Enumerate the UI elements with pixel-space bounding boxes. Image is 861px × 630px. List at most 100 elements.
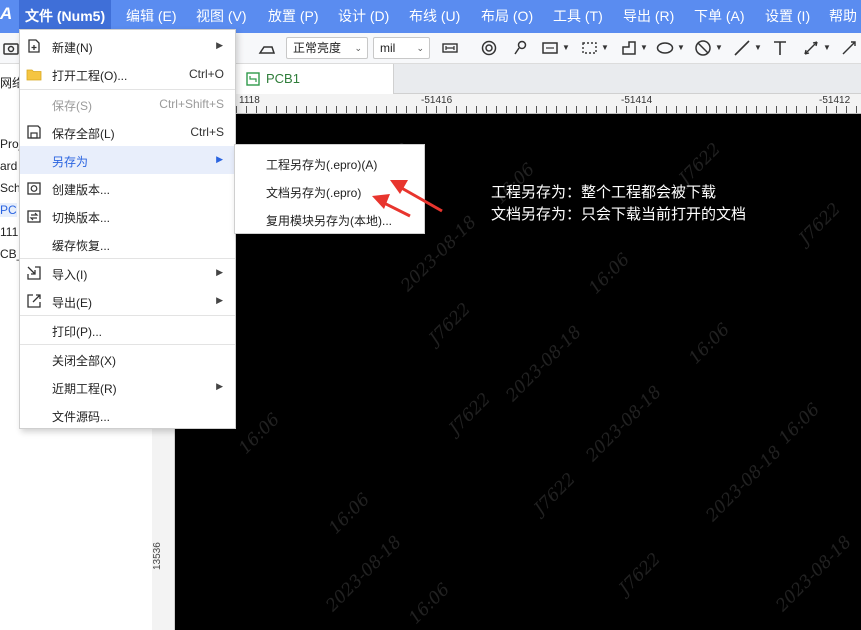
tree-item-schematic[interactable]: Sch [0,181,21,195]
pcb-icon [246,72,260,86]
menu-order[interactable]: 下单 (A) [694,0,745,33]
tab-pcb1[interactable]: PCB1 [236,64,394,94]
document-tabbar: PCB1 [236,64,861,94]
via-icon[interactable] [480,39,498,57]
ruler-label: -51416 [421,95,453,106]
tree-item-pcb[interactable]: PC [0,203,17,217]
create-version-icon [26,180,42,196]
watermark-time: 16:06 [235,409,284,459]
chevron-down-icon: ⌄ [354,43,362,53]
watermark-id: J7622 [530,469,580,519]
watermark-date: 2023-08-18 [772,532,856,616]
chevron-down-icon: ⌄ [416,43,424,53]
app-logo: A [0,4,13,23]
annotation-line-2: 文档另存为：只会下载当前打开的文档 [491,206,747,223]
menu-tools[interactable]: 工具 (T) [553,0,603,33]
tree-item-board[interactable]: ard [0,159,17,173]
prohibit-icon[interactable] [694,39,712,57]
menu-item-cache-restore[interactable]: 缓存恢复... [20,230,235,258]
chevron-right-icon: ▶ [216,267,223,277]
new-file-icon [26,38,42,54]
polygon-icon[interactable] [620,39,638,57]
folder-icon [26,66,42,82]
ruler-label: -51414 [621,95,653,106]
submenu-item-save-project-as[interactable]: 工程另存为(.epro)(A) [235,148,424,176]
save-icon [26,124,42,140]
menu-item-save-as[interactable]: 另存为 ▶ [20,146,235,174]
menu-item-export[interactable]: 导出(E) ▶ [20,287,235,315]
rect-select-icon[interactable] [541,39,559,57]
menu-item-recent-projects[interactable]: 近期工程(R) ▶ [20,373,235,401]
menu-item-file-source[interactable]: 文件源码... [20,401,235,429]
watermark-date: 2023-08-18 [322,532,406,616]
chevron-down-icon[interactable]: ▼ [640,43,648,52]
ruler-label: 1118 [239,95,260,106]
menu-help[interactable]: 帮助 [829,0,857,33]
unit-select[interactable]: mil ⌄ [373,37,430,59]
watermark-date: 2023-08-18 [702,442,786,526]
brightness-select[interactable]: 正常亮度 ⌄ [286,37,368,59]
submenu-item-save-document-as[interactable]: 文档另存为(.epro) [235,176,424,204]
menu-item-open-project[interactable]: 打开工程(O)... Ctrl+O [20,60,235,88]
horizontal-ruler: 1118 -51416 -51414 -51412 [236,94,861,114]
chevron-down-icon[interactable]: ▼ [715,43,723,52]
more-tools-icon[interactable] [840,39,858,57]
camera-icon[interactable] [2,39,20,57]
chevron-right-icon: ▶ [216,154,223,164]
menu-item-switch-version[interactable]: 切换版本... [20,202,235,230]
menu-item-save[interactable]: 保存(S) Ctrl+Shift+S [20,90,235,118]
save-as-submenu: 工程另存为(.epro)(A) 文档另存为(.epro) 复用模块另存为(本地)… [234,144,425,234]
ellipse-icon[interactable] [656,39,674,57]
tree-item-111[interactable]: 111 [0,225,18,239]
chevron-down-icon[interactable]: ▼ [823,43,831,52]
menu-item-new[interactable]: 新建(N) ▶ [20,32,235,60]
watermark-id: J7622 [425,299,475,349]
menu-layout[interactable]: 布局 (O) [481,0,533,33]
pin-icon[interactable] [511,39,529,57]
watermark-id: J7622 [615,549,665,599]
unit-value: mil [380,41,396,55]
switch-version-icon [26,208,42,224]
vruler-label: 13536 [152,542,163,570]
import-icon [26,265,42,281]
chevron-down-icon[interactable]: ▼ [562,43,570,52]
line-icon[interactable] [733,39,751,57]
chevron-right-icon: ▶ [216,381,223,391]
ruler-label: -51412 [819,95,851,106]
dimension-icon[interactable] [802,39,820,57]
annotation-line-1: 工程另存为：整个工程都会被下载 [491,184,717,201]
watermark-time: 16:06 [775,399,824,449]
menu-settings[interactable]: 设置 (I) [765,0,810,33]
menu-item-print[interactable]: 打印(P)... [20,316,235,344]
submenu-item-save-module-as[interactable]: 复用模块另存为(本地)... [235,204,424,232]
menu-item-import[interactable]: 导入(I) ▶ [20,259,235,287]
chevron-down-icon[interactable]: ▼ [754,43,762,52]
chevron-right-icon: ▶ [216,40,223,50]
menu-item-save-all[interactable]: 保存全部(L) Ctrl+S [20,118,235,146]
menu-design[interactable]: 设计 (D) [338,0,389,33]
iron-icon[interactable] [258,39,276,57]
chevron-down-icon[interactable]: ▼ [601,43,609,52]
chevron-down-icon[interactable]: ▼ [677,43,685,52]
watermark-id: J7622 [445,389,495,439]
watermark-date: 2023-08-18 [502,322,586,406]
menu-item-close-all[interactable]: 关闭全部(X) [20,345,235,373]
watermark-date: 2023-08-18 [582,382,666,466]
text-icon[interactable] [771,39,789,57]
watermark-time: 16:06 [405,579,454,629]
brightness-value: 正常亮度 [293,41,342,55]
menu-route[interactable]: 布线 (U) [409,0,460,33]
watermark-time: 16:06 [325,489,374,539]
ruler-ticks [236,106,861,113]
menu-export[interactable]: 导出 (R) [623,0,674,33]
ruler-icon[interactable] [441,39,459,57]
watermark-id: J7622 [795,199,845,249]
export-icon [26,293,42,309]
chevron-right-icon: ▶ [216,295,223,305]
menu-place[interactable]: 放置 (P) [268,0,319,33]
tab-label: PCB1 [266,71,300,86]
dashed-rect-icon[interactable] [581,39,599,57]
watermark-time: 16:06 [685,319,734,369]
menu-item-create-version[interactable]: 创建版本... [20,174,235,202]
vertical-ruler: 13536 [152,420,175,630]
